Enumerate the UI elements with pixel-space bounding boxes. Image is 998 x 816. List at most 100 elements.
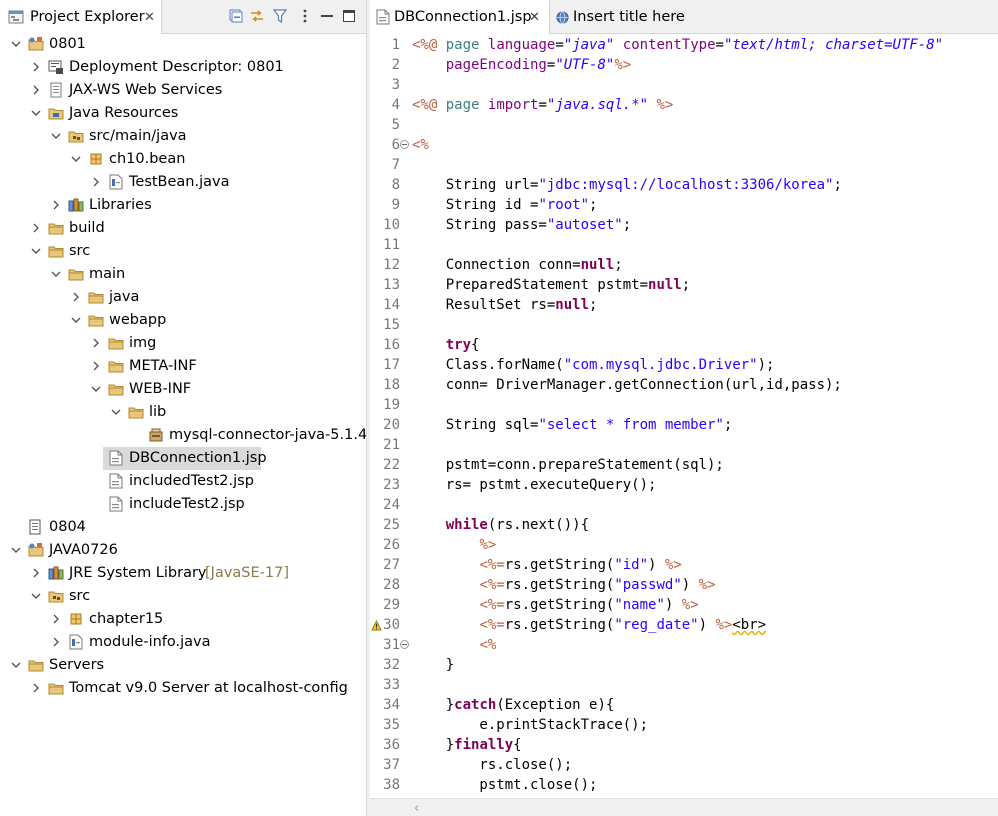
chevron-down-icon[interactable] xyxy=(50,268,62,280)
code-line[interactable]: <%=rs.getString("reg_date") %><br> xyxy=(412,615,766,635)
tree-item[interactable]: img xyxy=(0,332,366,355)
tree-item[interactable]: JAX-WS Web Services xyxy=(0,79,366,102)
tree-item[interactable]: webapp xyxy=(0,309,366,332)
link-with-editor-icon[interactable] xyxy=(249,8,265,24)
chevron-right-icon[interactable] xyxy=(30,61,42,73)
tree-item[interactable]: 0801 xyxy=(0,33,366,56)
tree-item[interactable]: META-INF xyxy=(0,355,366,378)
chevron-right-icon[interactable] xyxy=(70,291,82,303)
chevron-right-icon[interactable] xyxy=(90,176,102,188)
chevron-down-icon[interactable] xyxy=(10,544,22,556)
code-line[interactable]: <% xyxy=(412,135,429,155)
filter-icon[interactable] xyxy=(272,8,288,24)
tree-item[interactable]: Deployment Descriptor: 0801 xyxy=(0,56,366,79)
tree-item[interactable]: lib xyxy=(0,401,366,424)
tree-item[interactable]: JRE System Library [JavaSE-17] xyxy=(0,562,366,585)
chevron-right-icon[interactable] xyxy=(30,222,42,234)
code-line[interactable]: rs= pstmt.executeQuery(); xyxy=(412,475,657,495)
chevron-right-icon[interactable] xyxy=(30,567,42,579)
chevron-down-icon[interactable] xyxy=(30,245,42,257)
chevron-right-icon[interactable] xyxy=(30,682,42,694)
fold-toggle-icon[interactable] xyxy=(400,640,409,649)
code-editor[interactable]: <%@ page language="java" contentType="te… xyxy=(412,34,998,798)
chevron-down-icon[interactable] xyxy=(110,406,122,418)
code-line[interactable]: <% xyxy=(412,635,496,655)
code-line[interactable]: String sql="select * from member"; xyxy=(412,415,733,435)
tree-item-label: Deployment Descriptor: 0801 xyxy=(69,59,284,75)
code-line[interactable]: <%@ page import="java.sql.*" %> xyxy=(412,95,673,115)
tree-item[interactable]: WEB-INF xyxy=(0,378,366,401)
code-line[interactable]: pstmt=conn.prepareStatement(sql); xyxy=(412,455,724,475)
chevron-down-icon[interactable] xyxy=(10,38,22,50)
tree-item[interactable]: Libraries xyxy=(0,194,366,217)
tree-item[interactable]: src xyxy=(0,240,366,263)
tree-item[interactable]: src/main/java xyxy=(0,125,366,148)
tab-insert-title-here[interactable]: Insert title here xyxy=(552,0,712,34)
code-line[interactable]: <%=rs.getString("name") %> xyxy=(412,595,698,615)
chevron-down-icon[interactable] xyxy=(70,314,82,326)
chevron-down-icon[interactable] xyxy=(70,153,82,165)
code-line[interactable]: <%=rs.getString("passwd") %> xyxy=(412,575,715,595)
code-line[interactable]: String pass="autoset"; xyxy=(412,215,631,235)
maximize-icon[interactable] xyxy=(341,8,357,24)
tree-item[interactable]: JAVA0726 xyxy=(0,539,366,562)
tree-item[interactable]: java xyxy=(0,286,366,309)
code-line[interactable]: <%@ page language="java" contentType="te… xyxy=(412,35,943,55)
tree-item[interactable]: Servers xyxy=(0,654,366,677)
code-line[interactable]: }finally{ xyxy=(412,735,522,755)
code-line[interactable]: }catch(Exception e){ xyxy=(412,695,615,715)
fold-toggle-icon[interactable] xyxy=(400,140,409,149)
code-line[interactable]: PreparedStatement pstmt=null; xyxy=(412,275,690,295)
code-line[interactable]: try{ xyxy=(412,335,480,355)
code-line[interactable]: pageEncoding="UTF-8"%> xyxy=(412,55,631,75)
chevron-down-icon[interactable] xyxy=(50,130,62,142)
horizontal-scrollbar[interactable]: ‹ xyxy=(370,798,998,816)
chevron-down-icon[interactable] xyxy=(30,590,42,602)
tree-item[interactable]: build xyxy=(0,217,366,240)
collapse-all-icon[interactable] xyxy=(228,8,244,24)
close-icon[interactable]: ✕ xyxy=(144,10,155,25)
tree-item[interactable]: Tomcat v9.0 Server at localhost-config xyxy=(0,677,366,700)
tree-item[interactable]: Java Resources xyxy=(0,102,366,125)
code-line[interactable]: e.printStackTrace(); xyxy=(412,715,648,735)
tree-item[interactable]: module-info.java xyxy=(0,631,366,654)
chevron-right-icon[interactable] xyxy=(30,84,42,96)
tree-item[interactable]: main xyxy=(0,263,366,286)
view-menu-icon[interactable] xyxy=(297,8,313,24)
tree-item[interactable]: includeTest2.jsp xyxy=(0,493,366,516)
code-line[interactable]: <%=rs.getString("id") %> xyxy=(412,555,681,575)
code-line[interactable]: Connection conn=null; xyxy=(412,255,623,275)
tree-item[interactable]: chapter15 xyxy=(0,608,366,631)
code-line[interactable]: rs.close(); xyxy=(412,755,572,775)
tree-item[interactable]: src xyxy=(0,585,366,608)
chevron-down-icon[interactable] xyxy=(90,383,102,395)
chevron-right-icon[interactable] xyxy=(90,360,102,372)
chevron-right-icon[interactable] xyxy=(50,636,62,648)
code-line[interactable]: String url="jdbc:mysql://localhost:3306/… xyxy=(412,175,842,195)
scroll-left-icon[interactable]: ‹ xyxy=(414,801,419,816)
code-line[interactable]: ResultSet rs=null; xyxy=(412,295,598,315)
chevron-down-icon[interactable] xyxy=(30,107,42,119)
code-line[interactable]: pstmt.close(); xyxy=(412,775,597,795)
tab-dbconnection1-jsp[interactable]: DBConnection1.jsp ✕ xyxy=(370,0,550,34)
tree-item[interactable]: mysql-connector-java-5.1.45- xyxy=(0,424,366,447)
chevron-right-icon[interactable] xyxy=(90,337,102,349)
code-line[interactable]: conn= DriverManager.getConnection(url,id… xyxy=(412,375,842,395)
chevron-right-icon[interactable] xyxy=(50,613,62,625)
close-icon[interactable]: ✕ xyxy=(529,10,540,25)
warning-icon[interactable] xyxy=(371,619,382,635)
chevron-down-icon[interactable] xyxy=(10,659,22,671)
tree-item[interactable]: ch10.bean xyxy=(0,148,366,171)
tree-item[interactable]: includedTest2.jsp xyxy=(0,470,366,493)
tree-item[interactable]: TestBean.java xyxy=(0,171,366,194)
minimize-icon[interactable] xyxy=(319,8,335,24)
tree-item[interactable]: DBConnection1.jsp xyxy=(103,447,267,470)
code-line[interactable]: } xyxy=(412,655,454,675)
chevron-right-icon[interactable] xyxy=(50,199,62,211)
code-line[interactable]: Class.forName("com.mysql.jdbc.Driver"); xyxy=(412,355,775,375)
code-line[interactable]: String id ="root"; xyxy=(412,195,598,215)
project-explorer-tab[interactable]: Project Explorer ✕ xyxy=(0,0,162,34)
code-line[interactable]: %> xyxy=(412,535,496,555)
tree-item[interactable]: 0804 xyxy=(0,516,366,539)
code-line[interactable]: while(rs.next()){ xyxy=(412,515,589,535)
